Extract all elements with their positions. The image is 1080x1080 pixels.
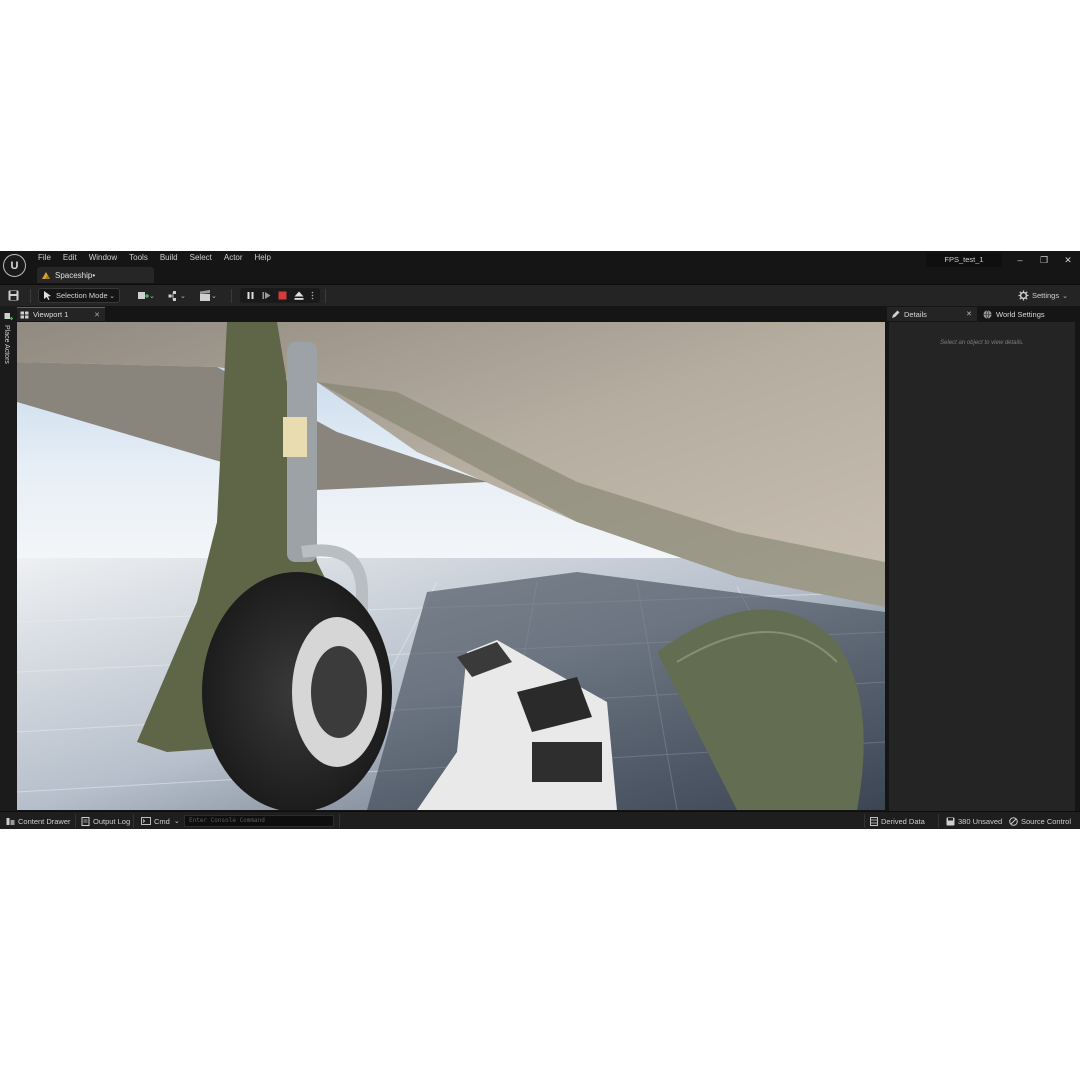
derived-data-button[interactable]: Derived Data xyxy=(870,812,925,830)
cmd-dropdown[interactable]: Cmd ⌄ xyxy=(141,812,180,830)
terminal-icon xyxy=(141,817,151,825)
world-settings-tab-label: World Settings xyxy=(996,309,1045,319)
chevron-down-icon: ⌄ xyxy=(173,818,180,825)
wheel-hub xyxy=(311,646,367,738)
stop-icon[interactable] xyxy=(278,291,287,300)
source-control-icon xyxy=(1009,816,1018,826)
main-toolbar: Selection Mode ⌄ ⌄ ⌄ ⌄ Settings ⌄ xyxy=(0,284,1080,306)
status-separator xyxy=(938,814,939,828)
play-controls xyxy=(240,288,320,303)
toolbar-separator xyxy=(30,289,31,303)
status-separator xyxy=(864,814,865,828)
globe-icon xyxy=(983,309,992,319)
minimize-icon[interactable]: – xyxy=(1008,253,1032,267)
chevron-down-icon: ⌄ xyxy=(149,292,155,300)
viewport-scene xyxy=(17,322,885,810)
details-panel: Details ✕ World Settings Select an objec… xyxy=(887,306,1080,811)
viewport-tab-label: Viewport 1 xyxy=(33,310,69,319)
level-tab-label: Spaceship• xyxy=(55,270,96,280)
save-icon xyxy=(8,290,19,301)
unsaved-label: 380 Unsaved xyxy=(958,816,1003,826)
details-body: Select an object to view details. xyxy=(889,322,1075,811)
status-bar: Content Drawer Output Log Cmd ⌄ Enter Co… xyxy=(0,811,1080,829)
selection-mode-dropdown[interactable]: Selection Mode ⌄ xyxy=(38,288,120,303)
cmd-label: Cmd xyxy=(154,816,170,826)
menu-build[interactable]: Build xyxy=(154,252,184,265)
details-tab-label: Details xyxy=(904,309,927,319)
menu-window[interactable]: Window xyxy=(83,252,123,265)
output-log-icon xyxy=(81,816,90,826)
unreal-editor-window: U File Edit Window Tools Build Select Ac… xyxy=(0,251,1080,829)
content-drawer-button[interactable]: Content Drawer xyxy=(6,812,71,830)
content-drawer-icon xyxy=(6,817,15,825)
close-icon[interactable]: ✕ xyxy=(94,311,100,319)
content-drawer-label: Content Drawer xyxy=(18,816,71,826)
menu-file[interactable]: File xyxy=(32,252,57,265)
tab-details[interactable]: Details ✕ xyxy=(887,307,977,321)
close-icon[interactable]: ✕ xyxy=(966,310,972,318)
output-log-button[interactable]: Output Log xyxy=(81,812,130,830)
menu-bar: File Edit Window Tools Build Select Acto… xyxy=(32,252,277,265)
status-separator xyxy=(133,814,134,828)
window-controls: – ❐ ✕ xyxy=(1008,253,1080,267)
source-control-label: Source Control xyxy=(1021,816,1072,826)
menu-select[interactable]: Select xyxy=(184,252,218,265)
selection-mode-label: Selection Mode xyxy=(56,291,108,300)
strut-light xyxy=(283,417,307,457)
step-frame-icon[interactable] xyxy=(262,291,271,300)
viewport-layout-icon xyxy=(20,311,29,318)
status-separator xyxy=(339,814,340,828)
menu-actor[interactable]: Actor xyxy=(218,252,249,265)
console-command-input[interactable]: Enter Console Command xyxy=(184,815,334,827)
weapon-body xyxy=(532,742,602,782)
cinematics-button[interactable]: ⌄ xyxy=(199,288,217,303)
cursor-icon xyxy=(44,291,51,300)
clapperboard-icon xyxy=(200,289,210,301)
eject-icon[interactable] xyxy=(294,291,304,300)
viewport-tab-bar: Viewport 1 ✕ xyxy=(17,306,885,321)
place-actors-strip[interactable]: Place Actors xyxy=(0,306,17,811)
place-actors-icon xyxy=(4,313,13,320)
status-separator xyxy=(75,814,76,828)
menu-help[interactable]: Help xyxy=(249,252,277,265)
settings-label: Settings xyxy=(1032,291,1060,300)
toolbar-separator xyxy=(231,289,232,303)
level-viewport[interactable] xyxy=(17,322,885,810)
unsaved-icon xyxy=(946,817,955,825)
pause-icon[interactable] xyxy=(246,291,255,300)
place-actors-label: Place Actors xyxy=(3,325,10,364)
gear-icon xyxy=(1018,290,1029,301)
restore-icon[interactable]: ❐ xyxy=(1032,253,1056,267)
level-tab[interactable]: Spaceship• xyxy=(37,267,154,283)
add-actor-button[interactable]: ⌄ xyxy=(137,288,155,303)
settings-button[interactable]: Settings ⌄ xyxy=(1018,288,1068,303)
blueprint-icon xyxy=(168,290,176,301)
add-actor-icon xyxy=(138,291,149,299)
more-options-icon[interactable] xyxy=(311,291,314,300)
derived-data-label: Derived Data xyxy=(881,816,925,826)
project-name: FPS_test_1 xyxy=(926,253,1002,267)
level-icon xyxy=(42,272,50,279)
chevron-down-icon: ⌄ xyxy=(1062,292,1068,300)
chevron-down-icon: ⌄ xyxy=(211,292,217,300)
blueprints-button[interactable]: ⌄ xyxy=(168,288,186,303)
source-control-button[interactable]: Source Control xyxy=(1009,812,1071,830)
tab-world-settings[interactable]: World Settings xyxy=(979,307,1079,321)
pencil-icon xyxy=(892,310,900,318)
close-window-icon[interactable]: ✕ xyxy=(1056,253,1080,267)
viewport-tab[interactable]: Viewport 1 ✕ xyxy=(17,307,105,321)
title-bar: U File Edit Window Tools Build Select Ac… xyxy=(0,251,1080,284)
derived-data-icon xyxy=(870,816,878,826)
menu-tools[interactable]: Tools xyxy=(123,252,154,265)
chevron-down-icon: ⌄ xyxy=(109,292,115,300)
details-empty-hint: Select an object to view details. xyxy=(940,340,1024,346)
unsaved-button[interactable]: 380 Unsaved xyxy=(946,812,1002,830)
output-log-label: Output Log xyxy=(93,816,131,826)
toolbar-separator xyxy=(325,289,326,303)
chevron-down-icon: ⌄ xyxy=(180,292,186,300)
unreal-logo-icon[interactable]: U xyxy=(3,254,26,277)
save-button[interactable] xyxy=(8,288,22,303)
menu-edit[interactable]: Edit xyxy=(57,252,83,265)
